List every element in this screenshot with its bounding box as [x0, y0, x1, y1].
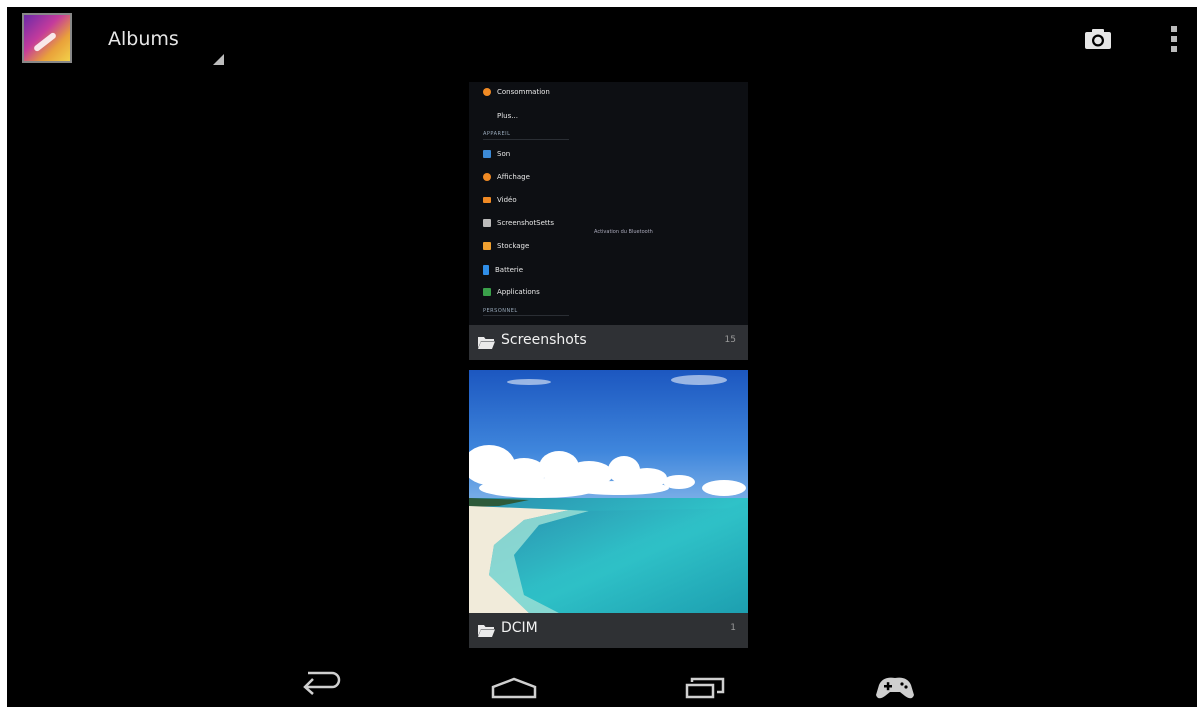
- preview-row-label: Stockage: [497, 242, 530, 250]
- preview-row: Applications: [483, 288, 540, 296]
- display-icon: [483, 173, 491, 181]
- video-icon: [483, 197, 491, 203]
- album-tile-dcim[interactable]: DCIM 1: [469, 370, 748, 648]
- preview-row: Affichage: [483, 173, 530, 181]
- gamepad-icon[interactable]: [876, 677, 914, 699]
- screenshot-icon: [483, 219, 491, 227]
- preview-row: Son: [483, 150, 510, 158]
- preview-row-label: Applications: [497, 288, 540, 296]
- storage-icon: [483, 242, 491, 250]
- preview-divider: [483, 315, 569, 316]
- album-view-dropdown-indicator[interactable]: [213, 54, 224, 65]
- beach-photo-thumbnail: [469, 370, 748, 613]
- folder-icon: [478, 337, 495, 349]
- preview-row: Plus...: [497, 112, 518, 120]
- album-caption: DCIM 1: [469, 613, 748, 648]
- battery-icon: [483, 265, 489, 275]
- album-count: 15: [724, 335, 736, 345]
- preview-divider: [483, 139, 569, 140]
- back-icon[interactable]: [303, 671, 341, 695]
- preview-row: Vidéo: [483, 196, 517, 204]
- preview-row-label: Batterie: [495, 266, 524, 274]
- album-name: DCIM: [501, 620, 538, 636]
- gallery-screen: Albums Consommation Plus... APPAREIL Son…: [7, 7, 1197, 707]
- preview-row-label: Vidéo: [497, 196, 517, 204]
- preview-section-header: APPAREIL: [483, 131, 511, 137]
- preview-row-label: Consommation: [497, 88, 550, 96]
- overflow-menu-icon[interactable]: [1170, 24, 1178, 54]
- recent-apps-icon[interactable]: [685, 677, 725, 699]
- preview-row: ScreenshotSetts: [483, 219, 554, 227]
- usage-icon: [483, 88, 491, 96]
- album-name: Screenshots: [501, 332, 587, 348]
- camera-icon[interactable]: [1085, 29, 1111, 49]
- preview-row-label: Affichage: [497, 173, 530, 181]
- preview-row: Consommation: [483, 88, 550, 96]
- preview-row: Stockage: [483, 242, 529, 250]
- apps-icon: [483, 288, 491, 296]
- preview-row-label: Son: [497, 150, 511, 158]
- home-icon[interactable]: [491, 677, 537, 699]
- preview-detail-text: Activation du Bluetooth: [594, 229, 653, 235]
- album-tile-screenshots[interactable]: Consommation Plus... APPAREIL Son Affich…: [469, 82, 748, 360]
- folder-icon: [478, 625, 495, 637]
- preview-row-label: ScreenshotSetts: [497, 219, 555, 227]
- albums-title: Albums: [108, 28, 179, 50]
- preview-section-header: PERSONNEL: [483, 308, 518, 314]
- album-count: 1: [730, 623, 736, 633]
- sound-icon: [483, 150, 491, 158]
- album-caption: Screenshots 15: [469, 325, 748, 360]
- system-navigation-bar: [303, 671, 914, 699]
- gallery-app-icon[interactable]: [22, 13, 72, 63]
- preview-row: Batterie: [483, 265, 523, 275]
